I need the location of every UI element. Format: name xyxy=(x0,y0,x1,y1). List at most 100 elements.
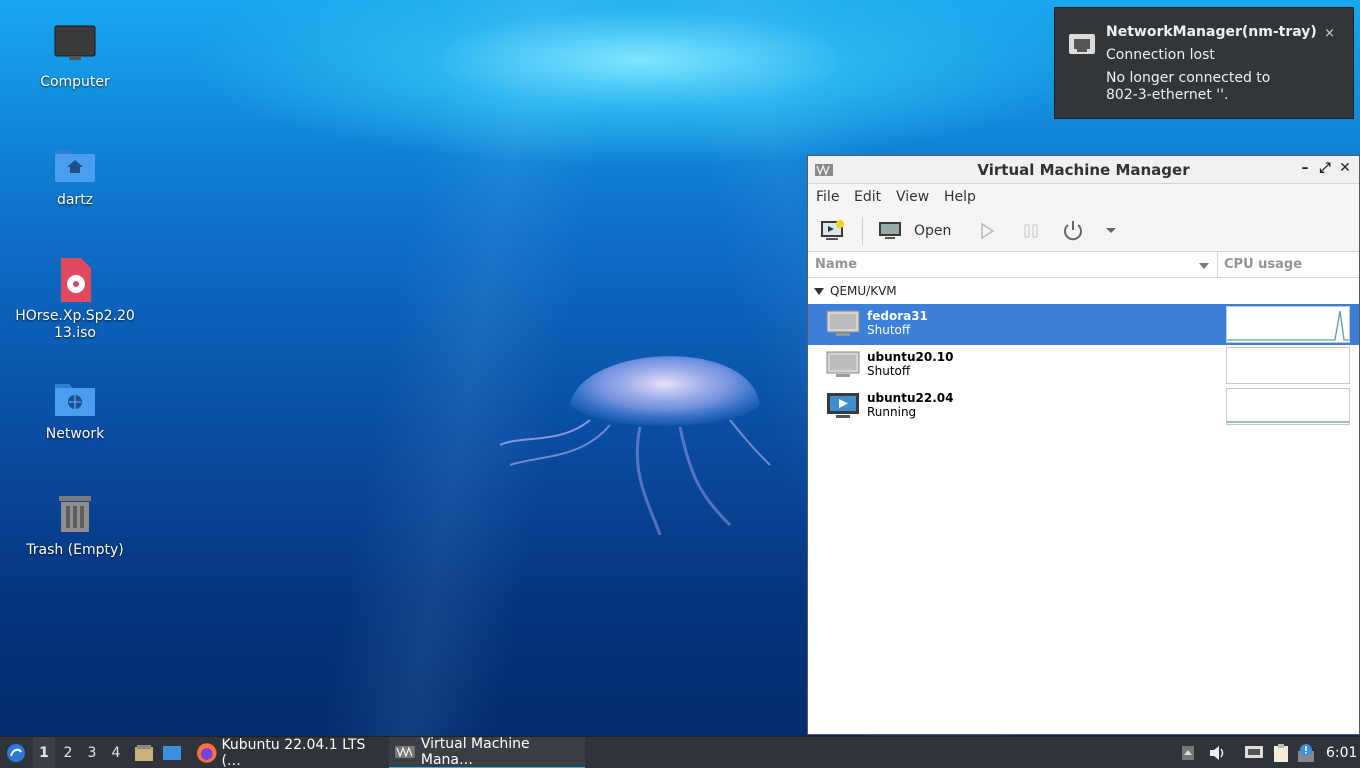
desktop-icon-network[interactable]: Network xyxy=(10,374,140,443)
ethernet-icon xyxy=(1069,34,1095,54)
task-firefox[interactable]: Kubuntu 22.04.1 LTS (… xyxy=(190,737,385,768)
computer-icon xyxy=(54,25,96,60)
desktop-icon-trash[interactable]: Trash (Empty) xyxy=(10,490,140,559)
connection-label: QEMU/KVM xyxy=(830,284,897,298)
start-menu-button[interactable] xyxy=(4,737,28,768)
open-button[interactable]: Open xyxy=(878,218,951,244)
update-notifier-icon xyxy=(1298,744,1314,762)
vm-row-ubuntu2204[interactable]: ubuntu22.04 Running xyxy=(808,386,1359,427)
connection-row[interactable]: QEMU/KVM xyxy=(808,278,1359,304)
file-manager-icon xyxy=(135,745,153,761)
dropdown-arrow-icon xyxy=(1106,228,1116,233)
tray-expand-button[interactable] xyxy=(1179,737,1197,768)
desktop-icon-home[interactable]: dartz xyxy=(10,140,140,209)
toolbar-separator xyxy=(862,217,863,245)
lubuntu-logo-icon xyxy=(7,744,25,762)
monitor-icon xyxy=(879,222,901,239)
trash-icon xyxy=(59,496,91,532)
clock[interactable]: 6:01 xyxy=(1326,737,1357,768)
vm-name: ubuntu20.10 xyxy=(867,350,954,364)
new-vm-button[interactable] xyxy=(820,218,846,244)
speaker-icon xyxy=(1210,746,1224,760)
run-button[interactable] xyxy=(978,218,996,244)
disc-image-icon xyxy=(61,258,91,302)
vm-running-icon xyxy=(827,393,859,418)
show-desktop-icon xyxy=(163,746,181,760)
firefox-icon xyxy=(196,743,217,763)
desktop-switch-2[interactable]: 2 xyxy=(57,737,79,768)
toolbar: Open xyxy=(808,210,1359,252)
desktop-icon-iso[interactable]: HOrse.Xp.Sp2.20 13.iso xyxy=(10,256,140,342)
maximize-button[interactable]: ⤢ xyxy=(1316,160,1334,178)
list-header: Name CPU usage xyxy=(808,252,1359,278)
notification-summary: Connection lost xyxy=(1106,47,1215,63)
cpu-sparkline-graph xyxy=(1227,421,1349,423)
task-virt-manager[interactable]: Virtual Machine Mana… xyxy=(389,736,585,768)
menu-edit[interactable]: Edit xyxy=(854,189,881,205)
desktop-icon-label: HOrse.Xp.Sp2.20 13.iso xyxy=(15,308,135,341)
cpu-sparkline xyxy=(1226,347,1350,384)
vm-status: Running xyxy=(867,405,917,419)
vm-shutoff-icon xyxy=(826,310,860,336)
notification-close-button[interactable]: × xyxy=(1324,26,1335,41)
jellyfish-wallpaper-art xyxy=(500,356,771,535)
menubar: File Edit View Help xyxy=(808,184,1359,210)
tray-arrow-icon xyxy=(1182,746,1194,760)
sort-arrow-icon[interactable] xyxy=(1198,261,1210,271)
notification-body: No longer connected to 802-3-ethernet ''… xyxy=(1106,70,1271,103)
close-button[interactable]: ✕ xyxy=(1336,160,1354,178)
new-vm-icon xyxy=(821,220,844,240)
vmm-window: Virtual Machine Manager – ⤢ ✕ File Edit … xyxy=(807,155,1360,735)
minimize-button[interactable]: – xyxy=(1296,160,1314,178)
vmm-icon xyxy=(395,746,415,758)
vm-row-ubuntu2010[interactable]: ubuntu20.10 Shutoff xyxy=(808,345,1359,386)
task-label: Virtual Machine Mana… xyxy=(420,736,530,768)
pause-icon xyxy=(1024,224,1038,238)
desktop-icon-label: dartz xyxy=(56,192,94,208)
menu-file[interactable]: File xyxy=(816,189,839,205)
desktop-switch-1[interactable]: 1 xyxy=(33,737,55,768)
desktop-icon-label: Trash (Empty) xyxy=(26,542,124,558)
desktop-icon-label: Computer xyxy=(40,74,110,90)
task-label: Kubuntu 22.04.1 LTS (… xyxy=(221,737,366,768)
open-button-label: Open xyxy=(914,223,952,239)
notification-popup[interactable]: NetworkManager(nm-tray) Connection lost … xyxy=(1054,7,1354,119)
vm-status: Shutoff xyxy=(867,323,911,337)
window-title: Virtual Machine Manager xyxy=(977,161,1190,179)
expander-icon[interactable] xyxy=(814,288,824,296)
play-icon xyxy=(981,222,995,240)
column-divider[interactable] xyxy=(1217,252,1218,278)
menu-view[interactable]: View xyxy=(896,189,929,205)
ethernet-icon xyxy=(1245,746,1263,758)
show-desktop-button[interactable] xyxy=(161,737,183,768)
clipboard-tray-button[interactable] xyxy=(1270,737,1292,768)
home-folder-icon xyxy=(55,150,95,182)
updates-tray-button[interactable] xyxy=(1296,737,1318,768)
vm-row-fedora31[interactable]: fedora31 Shutoff xyxy=(808,304,1359,345)
notification-app-name: NetworkManager(nm-tray) xyxy=(1106,24,1317,40)
volume-button[interactable] xyxy=(1206,737,1228,768)
taskbar: 1 2 3 4 Kubuntu 22.04.1 LTS (… Virtual M… xyxy=(0,736,1360,768)
file-manager-launcher[interactable] xyxy=(133,737,155,768)
vm-status: Shutoff xyxy=(867,364,911,378)
network-tray-button[interactable] xyxy=(1243,737,1265,768)
shutdown-menu-button[interactable] xyxy=(1105,218,1117,244)
column-name[interactable]: Name xyxy=(815,257,857,272)
vm-name: fedora31 xyxy=(867,309,928,323)
menu-help[interactable]: Help xyxy=(944,189,976,205)
shutdown-button[interactable] xyxy=(1061,218,1085,244)
cpu-sparkline xyxy=(1226,388,1350,425)
desktop-icon-computer[interactable]: Computer xyxy=(10,22,140,91)
cpu-sparkline-graph xyxy=(1227,310,1349,341)
desktop-switch-3[interactable]: 3 xyxy=(81,737,103,768)
pause-button[interactable] xyxy=(1022,218,1040,244)
desktop-switch-4[interactable]: 4 xyxy=(105,737,127,768)
window-titlebar[interactable]: Virtual Machine Manager – ⤢ ✕ xyxy=(808,156,1359,184)
cpu-sparkline xyxy=(1226,306,1350,343)
vm-shutoff-icon xyxy=(826,351,860,377)
clipboard-icon xyxy=(1274,744,1288,762)
column-cpu-usage[interactable]: CPU usage xyxy=(1224,257,1302,272)
network-folder-icon xyxy=(55,384,95,416)
desktop-icon-label: Network xyxy=(45,426,105,442)
power-icon xyxy=(1064,221,1082,241)
